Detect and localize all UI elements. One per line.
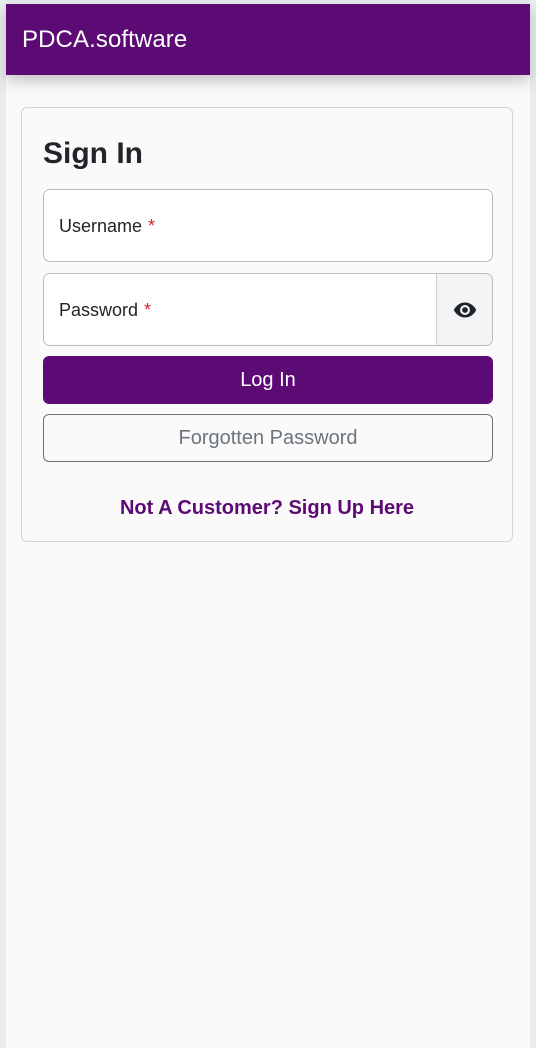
signin-card: Sign In Username * Password * Log In Forgo… xyxy=(21,107,513,542)
signup-link[interactable]: Not A Customer? Sign Up Here xyxy=(22,494,512,522)
brand-link[interactable]: PDCA.software xyxy=(22,4,187,76)
page-title: Sign In xyxy=(43,137,143,170)
password-label-text: Password xyxy=(59,300,139,320)
username-label: Username * xyxy=(59,190,155,263)
password-label: Password * xyxy=(59,274,151,347)
show-password-button[interactable] xyxy=(436,273,493,346)
password-field[interactable]: Password * xyxy=(43,273,437,346)
app-window: PDCA.software Sign In Username * Password… xyxy=(6,4,530,1048)
required-asterisk: * xyxy=(148,216,156,236)
eye-icon xyxy=(453,302,476,317)
forgotten-password-button[interactable]: Forgotten Password xyxy=(43,414,493,462)
login-button[interactable]: Log In xyxy=(43,356,493,404)
top-navbar: PDCA.software xyxy=(6,4,530,75)
window-edge xyxy=(530,0,536,1048)
required-asterisk: * xyxy=(144,300,152,320)
username-label-text: Username xyxy=(59,216,143,236)
username-field[interactable]: Username * xyxy=(43,189,493,262)
